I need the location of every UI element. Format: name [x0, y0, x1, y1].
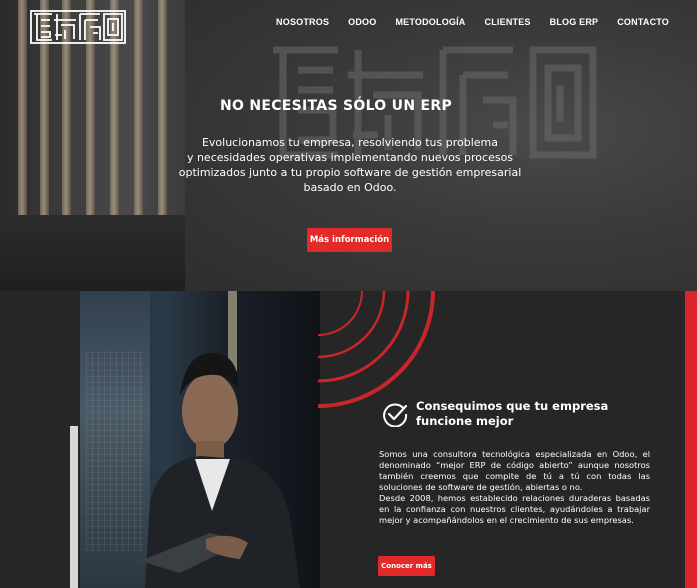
hero-floor: [0, 215, 185, 291]
nav-item-odoo[interactable]: ODOO: [348, 17, 376, 27]
hero-description: Evolucionamos tu empresa, resolviendo tu…: [150, 135, 550, 195]
red-side-strip: [685, 291, 697, 588]
nav-item-metodologia[interactable]: METODOLOGÍA: [395, 17, 465, 27]
about-paragraph: Desde 2008, hemos establecido relaciones…: [379, 493, 650, 525]
decorative-red-arcs: [318, 291, 435, 408]
businessman-figure: [140, 352, 300, 588]
learn-more-button[interactable]: Conocer más: [378, 556, 435, 576]
hero-title: NO NECESITAS SÓLO UN ERP: [219, 98, 453, 114]
hero-description-line: basado en Odoo.: [303, 181, 397, 194]
nav-menu: NOSOTROS ODOO METODOLOGÍA CLIENTES BLOG …: [257, 17, 669, 27]
nav-item-nosotros[interactable]: NOSOTROS: [276, 17, 329, 27]
about-description: Somos una consultora tecnológica especia…: [379, 449, 650, 526]
hero-description-line: y necesidades operativas implementando n…: [186, 151, 514, 164]
about-paragraph: Somos una consultora tecnológica especia…: [379, 449, 650, 492]
nav-item-clientes[interactable]: CLIENTES: [485, 17, 531, 27]
main-navbar: NOSOTROS ODOO METODOLOGÍA CLIENTES BLOG …: [0, 0, 697, 48]
nav-item-blog-erp[interactable]: BLOG ERP: [550, 17, 599, 27]
hero-section: NOSOTROS ODOO METODOLOGÍA CLIENTES BLOG …: [0, 0, 697, 291]
hero-description-line: optimizados junto a tu propio software d…: [178, 166, 522, 179]
nav-item-contacto[interactable]: CONTACTO: [617, 17, 669, 27]
about-section: Consequimos que tu empresa funcione mejo…: [0, 291, 697, 588]
about-title: Consequimos que tu empresa funcione mejo…: [416, 399, 609, 428]
photo-window-grid: [86, 351, 144, 551]
hero-description-line: Evolucionamos tu empresa, resolviendo tu…: [201, 136, 499, 149]
more-info-button[interactable]: Más información: [307, 228, 392, 252]
businessman-photo: [80, 291, 320, 588]
check-circle-icon: [383, 403, 408, 427]
brand-logo[interactable]: [30, 10, 126, 44]
photo-frame-edge: [70, 426, 78, 588]
